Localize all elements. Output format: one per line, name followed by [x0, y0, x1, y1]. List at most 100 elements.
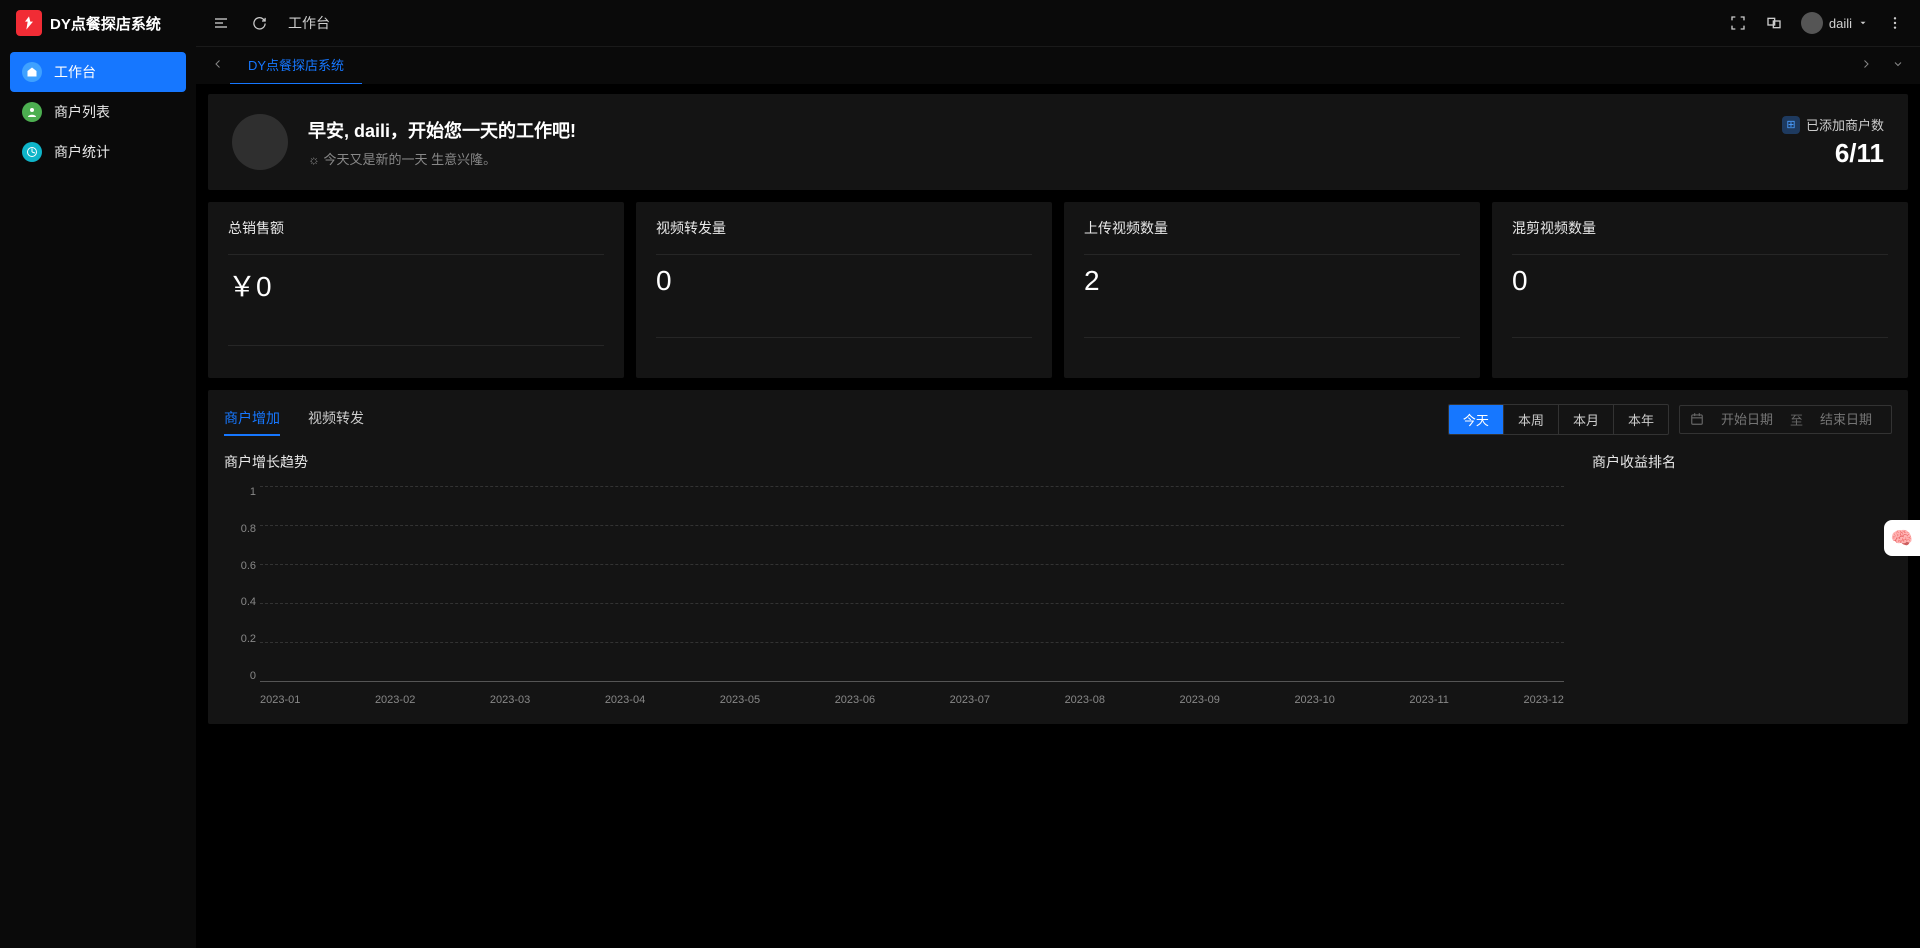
chart-panel: 商户增加 视频转发 今天 本周 本月 本年 至 商户 — [208, 390, 1908, 724]
stat-value: ￥0 — [228, 265, 604, 305]
stat-title: 总销售额 — [228, 218, 604, 238]
stat-card-video-shares: 视频转发量 0 — [636, 202, 1052, 378]
calendar-icon — [1690, 412, 1704, 426]
y-tick: 0 — [224, 670, 256, 682]
greeting-subtitle: ☼ 今天又是新的一天 生意兴隆。 — [308, 149, 576, 168]
stat-value: 0 — [656, 265, 1032, 297]
x-tick: 2023-09 — [1180, 694, 1220, 706]
stat-title: 混剪视频数量 — [1512, 218, 1888, 238]
seg-week[interactable]: 本周 — [1504, 405, 1559, 434]
stat-title: 视频转发量 — [656, 218, 1032, 238]
greeting-text: 早安, daili，开始您一天的工作吧! ☼ 今天又是新的一天 生意兴隆。 — [308, 117, 576, 168]
grid-lines — [260, 486, 1564, 682]
stat-icon — [22, 142, 42, 162]
y-tick: 1 — [224, 486, 256, 498]
sidebar-menu: 工作台 商户列表 商户统计 — [0, 46, 196, 172]
x-tick: 2023-04 — [605, 694, 645, 706]
topbar-left: 工作台 — [212, 13, 330, 33]
y-tick: 0.4 — [224, 596, 256, 608]
metric-label: 已添加商户数 — [1806, 115, 1884, 134]
chart-tab-video-share[interactable]: 视频转发 — [308, 402, 364, 436]
app-name: DY点餐探店系统 — [50, 13, 161, 34]
topbar-right: daili — [1729, 12, 1904, 34]
stat-card-uploaded-videos: 上传视频数量 2 — [1064, 202, 1480, 378]
seg-month[interactable]: 本月 — [1559, 405, 1614, 434]
x-tick: 2023-11 — [1409, 694, 1449, 706]
metric-value: 6/11 — [1782, 138, 1884, 169]
tabstrip-right — [1854, 57, 1910, 75]
brain-icon: 🧠 — [1891, 528, 1913, 549]
sidebar-item-merchant-list[interactable]: 商户列表 — [10, 92, 186, 132]
breadcrumb: 工作台 — [288, 13, 330, 33]
chart-right-title: 商户收益排名 — [1592, 452, 1892, 472]
x-tick: 2023-07 — [950, 694, 990, 706]
chart-left-title: 商户增长趋势 — [224, 452, 1572, 472]
logo-icon — [16, 10, 42, 36]
greeting-title: 早安, daili，开始您一天的工作吧! — [308, 117, 576, 143]
x-tick: 2023-05 — [720, 694, 760, 706]
y-tick: 0.8 — [224, 523, 256, 535]
collapse-icon[interactable] — [212, 14, 230, 32]
tabstrip-dropdown[interactable] — [1886, 57, 1910, 75]
date-range-picker[interactable]: 至 — [1679, 405, 1892, 434]
y-tick: 0.2 — [224, 633, 256, 645]
x-tick: 2023-06 — [835, 694, 875, 706]
main-content: 早安, daili，开始您一天的工作吧! ☼ 今天又是新的一天 生意兴隆。 ⊞ … — [196, 84, 1920, 948]
tab-label: DY点餐探店系统 — [248, 55, 344, 74]
sidebar-item-merchant-stats[interactable]: 商户统计 — [10, 132, 186, 172]
x-tick: 2023-03 — [490, 694, 530, 706]
fullscreen-icon[interactable] — [1729, 14, 1747, 32]
x-tick: 2023-10 — [1294, 694, 1334, 706]
tab-workbench[interactable]: DY点餐探店系统 — [230, 47, 362, 85]
y-tick: 0.6 — [224, 560, 256, 572]
sidebar-item-label: 商户统计 — [54, 142, 110, 162]
tabstrip: DY点餐探店系统 — [196, 46, 1920, 84]
y-axis-ticks: 1 0.8 0.6 0.4 0.2 0 — [224, 486, 256, 682]
chart-body: 商户增长趋势 1 0.8 0.6 0.4 0.2 0 2023-01 — [224, 452, 1892, 706]
chart-header: 商户增加 视频转发 今天 本周 本月 本年 至 — [224, 402, 1892, 436]
sidebar-item-workbench[interactable]: 工作台 — [10, 52, 186, 92]
x-tick: 2023-01 — [260, 694, 300, 706]
date-start-input[interactable] — [1712, 412, 1782, 427]
stat-title: 上传视频数量 — [1084, 218, 1460, 238]
stat-value: 2 — [1084, 265, 1460, 297]
refresh-icon[interactable] — [250, 14, 268, 32]
more-icon[interactable] — [1886, 14, 1904, 32]
time-range-segment: 今天 本周 本月 本年 — [1448, 404, 1669, 435]
avatar-icon — [1801, 12, 1823, 34]
tabstrip-next[interactable] — [1854, 57, 1878, 75]
date-sep: 至 — [1790, 410, 1803, 429]
sidebar-item-label: 工作台 — [54, 62, 96, 82]
chart-tab-merchant-growth[interactable]: 商户增加 — [224, 402, 280, 436]
tabstrip-prev[interactable] — [206, 57, 230, 75]
date-end-input[interactable] — [1811, 412, 1881, 427]
language-icon[interactable] — [1765, 14, 1783, 32]
logo-area: DY点餐探店系统 — [0, 0, 196, 46]
x-tick: 2023-08 — [1065, 694, 1105, 706]
greeting-panel: 早安, daili，开始您一天的工作吧! ☼ 今天又是新的一天 生意兴隆。 ⊞ … — [208, 94, 1908, 190]
x-tick: 2023-02 — [375, 694, 415, 706]
chart-left: 商户增长趋势 1 0.8 0.6 0.4 0.2 0 2023-01 — [224, 452, 1572, 706]
chart-tabs: 商户增加 视频转发 — [224, 402, 364, 436]
chart-controls: 今天 本周 本月 本年 至 — [1448, 404, 1892, 435]
user-icon — [22, 102, 42, 122]
stat-value: 0 — [1512, 265, 1888, 297]
stat-card-mixed-videos: 混剪视频数量 0 — [1492, 202, 1908, 378]
sidebar-item-label: 商户列表 — [54, 102, 110, 122]
home-icon — [22, 62, 42, 82]
x-axis-ticks: 2023-01 2023-02 2023-03 2023-04 2023-05 … — [260, 694, 1564, 706]
stat-cards: 总销售额 ￥0 视频转发量 0 上传视频数量 2 混剪视频数量 0 — [208, 202, 1908, 378]
seg-today[interactable]: 今天 — [1449, 405, 1504, 434]
assistant-widget[interactable]: 🧠 — [1884, 520, 1920, 556]
chart-area: 1 0.8 0.6 0.4 0.2 0 2023-01 2023-02 2023… — [224, 486, 1572, 706]
stat-card-total-sales: 总销售额 ￥0 — [208, 202, 624, 378]
seg-year[interactable]: 本年 — [1614, 405, 1668, 434]
username: daili — [1829, 16, 1852, 31]
topbar: 工作台 daili — [196, 0, 1920, 46]
sidebar: DY点餐探店系统 工作台 商户列表 商户统计 — [0, 0, 196, 948]
chevron-down-icon — [1858, 18, 1868, 28]
x-tick: 2023-12 — [1524, 694, 1564, 706]
chart-right: 商户收益排名 — [1592, 452, 1892, 706]
user-menu[interactable]: daili — [1801, 12, 1868, 34]
merchant-badge-icon: ⊞ — [1782, 116, 1800, 134]
